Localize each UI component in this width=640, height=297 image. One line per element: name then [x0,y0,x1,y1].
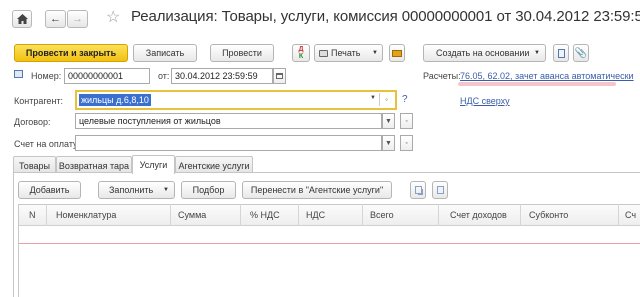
invoice-dropdown-button[interactable]: ▼ [382,135,395,151]
column-nomenclature[interactable]: Номенклатура [56,206,116,224]
settlements-link[interactable]: 76.05, 62.02, зачет аванса автоматически [460,71,634,81]
arrow-left-icon: ← [50,13,61,25]
ledger-icon: ДК [298,46,304,60]
paperclip-icon: 📎 [574,47,588,59]
counterparty-field[interactable]: жильцы д.6,8,10 ▼ ◦ [75,90,397,110]
calendar-button[interactable] [273,68,286,84]
email-button[interactable] [389,44,405,62]
dropdown-arrow-icon: ▼ [385,139,392,147]
date-label: от: [158,71,170,81]
page-title: Реализация: Товары, услуги, комиссия 000… [131,8,640,25]
document-icon [557,48,565,58]
fill-button[interactable]: Заполнить ▼ [98,181,175,199]
invoice-open-button[interactable]: ◦ [400,135,413,151]
copy-icon [414,186,422,194]
print-label: Печать [331,48,361,58]
column-divider [46,204,47,226]
attachments-button[interactable]: 📎 [573,44,589,62]
tab-services[interactable]: Услуги [132,155,175,174]
table-row-marker [19,243,640,244]
open-icon: ◦ [405,139,408,147]
column-income-account[interactable]: Счет доходов [450,206,507,224]
column-vat[interactable]: НДС [306,206,325,224]
fill-label: Заполнить [109,185,154,195]
help-icon[interactable]: ? [402,94,408,105]
column-n[interactable]: N [29,206,36,224]
create-based-on-button[interactable]: Создать на основании ▼ [423,44,546,62]
arrow-right-icon: → [72,13,83,25]
column-total[interactable]: Всего [370,206,394,224]
paste-icon [436,186,444,194]
paste-rows-button[interactable] [432,181,448,199]
column-subconto[interactable]: Субконто [529,206,568,224]
column-vat-rate[interactable]: % НДС [250,206,280,224]
number-label: Номер: [31,71,62,81]
selection-button[interactable]: Подбор [181,181,236,199]
dropdown-arrow-icon: ▼ [372,50,378,56]
contract-open-button[interactable]: ◦ [400,113,413,129]
dropdown-arrow-icon: ▼ [163,187,169,193]
counterparty-value: жильцы д.6,8,10 [79,94,151,106]
dropdown-arrow-icon[interactable]: ▼ [370,95,376,101]
number-field[interactable]: 00000000001 [64,68,150,84]
contract-label: Договор: [14,117,51,127]
printer-icon [319,49,328,57]
column-divider [438,204,439,226]
home-icon [16,14,28,24]
column-amount[interactable]: Сумма [178,206,206,224]
settlements-label: Расчеты: [423,71,461,81]
dropdown-arrow-icon: ▼ [385,117,392,125]
dt-kt-button[interactable]: ДК [292,44,310,62]
save-button[interactable]: Записать [133,44,197,62]
settlements-underline-mark [458,82,616,86]
print-button[interactable]: Печать ▼ [314,44,383,62]
dropdown-arrow-icon: ▼ [534,50,540,56]
add-button[interactable]: Добавить [18,181,81,199]
star-icon[interactable]: ☆ [106,7,120,27]
open-icon: ◦ [405,117,408,125]
envelope-icon [392,49,402,57]
column-divider [170,204,171,226]
invoice-label: Счет на оплату: [14,139,81,149]
column-divider [520,204,521,226]
column-divider [240,204,241,226]
calendar-icon [276,73,283,79]
document-icon [14,70,23,78]
post-button[interactable]: Провести [210,44,274,62]
vat-link[interactable]: НДС сверху [460,96,510,106]
back-button[interactable]: ← [45,10,66,28]
contract-dropdown-button[interactable]: ▼ [382,113,395,129]
column-divider [362,204,363,226]
create-based-on-label: Создать на основании [436,48,530,58]
transfer-to-agent-services-button[interactable]: Перенести в "Агентские услуги" [242,181,392,199]
date-field[interactable]: 30.04.2012 23:59:59 [171,68,273,84]
post-and-close-button[interactable]: Провести и закрыть [14,44,128,62]
contract-field[interactable]: целевые поступления от жильцов [75,113,382,129]
copy-rows-button[interactable] [410,181,426,199]
report-button[interactable] [553,44,569,62]
column-divider [618,204,619,226]
invoice-field[interactable] [75,135,382,151]
column-account-partial[interactable]: Сч [625,206,636,224]
home-button[interactable] [12,10,32,28]
counterparty-label: Контрагент: [14,96,64,106]
open-icon[interactable]: ◦ [379,93,393,106]
forward-button[interactable]: → [67,10,88,28]
column-divider [298,204,299,226]
